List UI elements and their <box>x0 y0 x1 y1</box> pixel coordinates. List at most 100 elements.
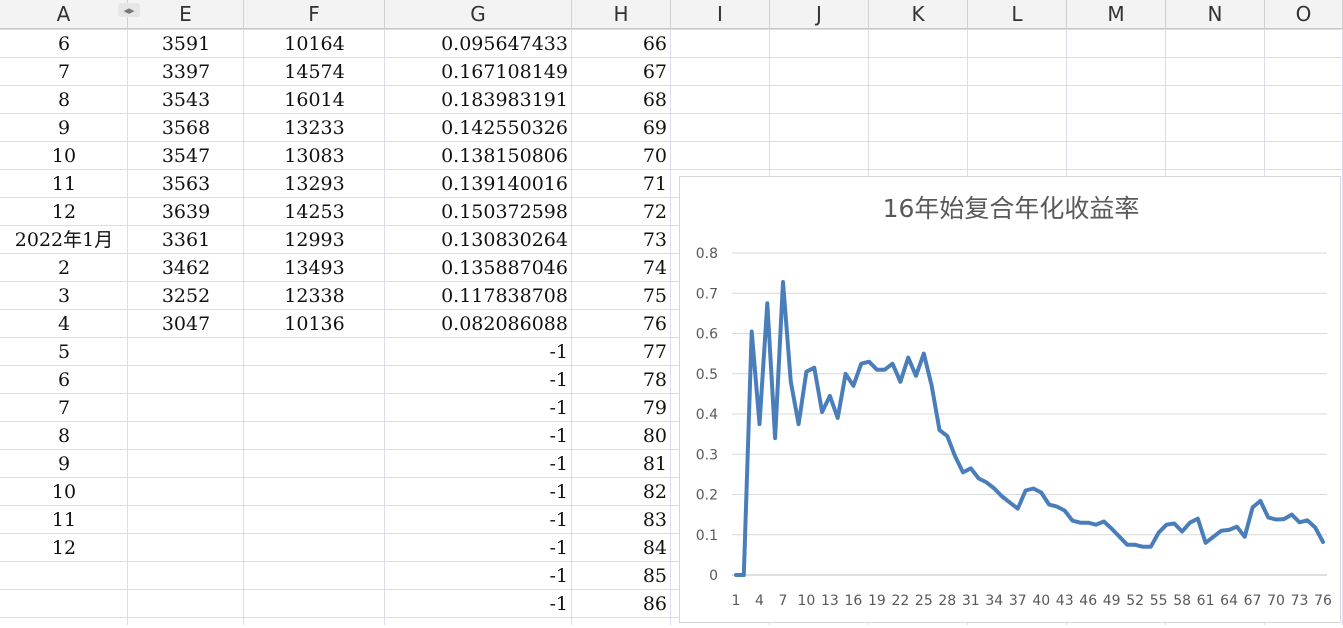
cell-e[interactable]: 3047 <box>128 310 244 338</box>
cell-a[interactable]: 10 <box>0 142 128 170</box>
cell-h[interactable]: 76 <box>572 310 671 338</box>
cell-a[interactable]: 11 <box>0 506 128 534</box>
cell-a[interactable]: 8 <box>0 422 128 450</box>
cell-g[interactable]: 0.183983191 <box>385 86 572 114</box>
cell-f[interactable] <box>244 366 385 394</box>
cell-e[interactable]: 3547 <box>128 142 244 170</box>
column-header-h[interactable]: H <box>572 0 671 29</box>
cell-g[interactable]: -1 <box>385 422 572 450</box>
cell-h[interactable]: 74 <box>572 254 671 282</box>
cell-f[interactable] <box>244 562 385 590</box>
cell-a[interactable] <box>0 590 128 618</box>
cell-h[interactable]: 69 <box>572 114 671 142</box>
cell-f[interactable] <box>244 394 385 422</box>
column-header-o[interactable]: O <box>1265 0 1343 29</box>
column-header-a[interactable]: A <box>0 0 128 29</box>
cell-f[interactable] <box>244 422 385 450</box>
cell-a[interactable]: 6 <box>0 30 128 58</box>
cell-h[interactable]: 82 <box>572 478 671 506</box>
cell-f[interactable]: 10164 <box>244 30 385 58</box>
cell-e[interactable] <box>128 366 244 394</box>
cell-e[interactable]: 3252 <box>128 282 244 310</box>
cell-g[interactable]: -1 <box>385 590 572 618</box>
cell-a[interactable]: 2022年1月 <box>0 226 128 254</box>
cell-f[interactable] <box>244 450 385 478</box>
cell-g[interactable]: 0.139140016 <box>385 170 572 198</box>
cell-f[interactable] <box>244 506 385 534</box>
cell-g[interactable]: 0.082086088 <box>385 310 572 338</box>
cell-a[interactable]: 6 <box>0 366 128 394</box>
cell-e[interactable] <box>128 422 244 450</box>
column-header-m[interactable]: M <box>1067 0 1166 29</box>
cell-g[interactable]: -1 <box>385 366 572 394</box>
cell-g[interactable]: 0.142550326 <box>385 114 572 142</box>
cell-a[interactable]: 9 <box>0 114 128 142</box>
resize-arrows-icon[interactable]: ◂▸ <box>118 3 140 17</box>
cell-a[interactable]: 12 <box>0 198 128 226</box>
cell-h[interactable]: 70 <box>572 142 671 170</box>
cell-e[interactable]: 3563 <box>128 170 244 198</box>
cell-f[interactable] <box>244 534 385 562</box>
cell-h[interactable]: 81 <box>572 450 671 478</box>
cell-h[interactable]: 77 <box>572 338 671 366</box>
cell-a[interactable]: 7 <box>0 58 128 86</box>
cell-e[interactable]: 3397 <box>128 58 244 86</box>
cell-g[interactable]: 0.130830264 <box>385 226 572 254</box>
cell-f[interactable] <box>244 338 385 366</box>
column-header-j[interactable]: J <box>770 0 869 29</box>
cell-h[interactable]: 73 <box>572 226 671 254</box>
cell-e[interactable] <box>128 478 244 506</box>
cell-a[interactable]: 3 <box>0 282 128 310</box>
cell-h[interactable]: 71 <box>572 170 671 198</box>
cell-f[interactable]: 16014 <box>244 86 385 114</box>
cell-g[interactable]: -1 <box>385 394 572 422</box>
column-header-l[interactable]: L <box>968 0 1067 29</box>
cell-h[interactable]: 80 <box>572 422 671 450</box>
cell-e[interactable]: 3462 <box>128 254 244 282</box>
spreadsheet[interactable]: AEFGHIJKLMNO 6 3591 10164 0.095647433 66 7 339… <box>0 0 1343 625</box>
cell-f[interactable]: 10136 <box>244 310 385 338</box>
cell-g[interactable]: -1 <box>385 562 572 590</box>
cell-a[interactable]: 9 <box>0 450 128 478</box>
cell-h[interactable]: 86 <box>572 590 671 618</box>
cell-a[interactable]: 5 <box>0 338 128 366</box>
cell-h[interactable]: 67 <box>572 58 671 86</box>
cell-f[interactable]: 14574 <box>244 58 385 86</box>
cell-e[interactable] <box>128 562 244 590</box>
cell-f[interactable]: 12338 <box>244 282 385 310</box>
column-header-i[interactable]: I <box>671 0 770 29</box>
cell-f[interactable]: 12993 <box>244 226 385 254</box>
cell-f[interactable]: 14253 <box>244 198 385 226</box>
cell-e[interactable] <box>128 394 244 422</box>
cell-f[interactable]: 13293 <box>244 170 385 198</box>
cell-h[interactable]: 84 <box>572 534 671 562</box>
cell-g[interactable]: -1 <box>385 338 572 366</box>
cell-a[interactable]: 2 <box>0 254 128 282</box>
cell-h[interactable]: 75 <box>572 282 671 310</box>
cell-e[interactable]: 3543 <box>128 86 244 114</box>
cell-a[interactable]: 10 <box>0 478 128 506</box>
cell-e[interactable] <box>128 506 244 534</box>
column-header-k[interactable]: K <box>869 0 968 29</box>
cell-e[interactable]: 3568 <box>128 114 244 142</box>
cell-a[interactable]: 11 <box>0 170 128 198</box>
cell-f[interactable]: 13493 <box>244 254 385 282</box>
cell-e[interactable]: 3639 <box>128 198 244 226</box>
cell-h[interactable]: 83 <box>572 506 671 534</box>
column-header-n[interactable]: N <box>1166 0 1265 29</box>
cell-e[interactable]: 3361 <box>128 226 244 254</box>
cell-e[interactable] <box>128 338 244 366</box>
cell-g[interactable]: -1 <box>385 450 572 478</box>
cell-g[interactable]: 0.167108149 <box>385 58 572 86</box>
cell-a[interactable]: 8 <box>0 86 128 114</box>
column-header-e[interactable]: E <box>128 0 244 29</box>
line-chart[interactable]: 16年始复合年化收益率 0 0.1 0.2 0.3 0.4 0.5 0.6 0.7 0.8 14… <box>679 176 1341 623</box>
cell-f[interactable]: 13233 <box>244 114 385 142</box>
cell-a[interactable]: 7 <box>0 394 128 422</box>
column-header-g[interactable]: G <box>385 0 572 29</box>
cell-h[interactable]: 72 <box>572 198 671 226</box>
cell-e[interactable] <box>128 534 244 562</box>
cell-e[interactable] <box>128 590 244 618</box>
cell-a[interactable]: 4 <box>0 310 128 338</box>
cell-a[interactable]: 12 <box>0 534 128 562</box>
